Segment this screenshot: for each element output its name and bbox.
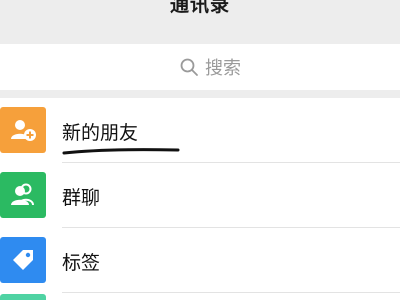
add-friend-icon: [0, 107, 46, 153]
handwritten-underline: [62, 148, 180, 155]
contacts-screen: 通讯录 搜索 新的朋友 群聊 标签: [0, 0, 400, 300]
tag-icon: [0, 237, 46, 283]
partial-list-item-icon: [0, 294, 46, 300]
search-icon: [180, 58, 198, 76]
group-chat-icon: [0, 172, 46, 218]
search-placeholder: 搜索: [205, 58, 241, 79]
list-item-new-friends[interactable]: 新的朋友: [0, 98, 400, 162]
list-item-label: 群聊: [62, 187, 101, 209]
list-item-group-chats[interactable]: 群聊: [0, 163, 400, 227]
list-item-label: 标签: [62, 252, 101, 274]
divider: [62, 292, 400, 293]
contacts-list: 新的朋友 群聊 标签: [0, 98, 400, 300]
search-input[interactable]: 搜索: [0, 44, 400, 90]
header: 通讯录: [0, 0, 400, 36]
page-title: 通讯录: [169, 0, 230, 16]
list-item-label: 新的朋友: [62, 122, 139, 144]
list-item-tags[interactable]: 标签: [0, 228, 400, 292]
search-bar[interactable]: 搜索: [0, 44, 400, 90]
